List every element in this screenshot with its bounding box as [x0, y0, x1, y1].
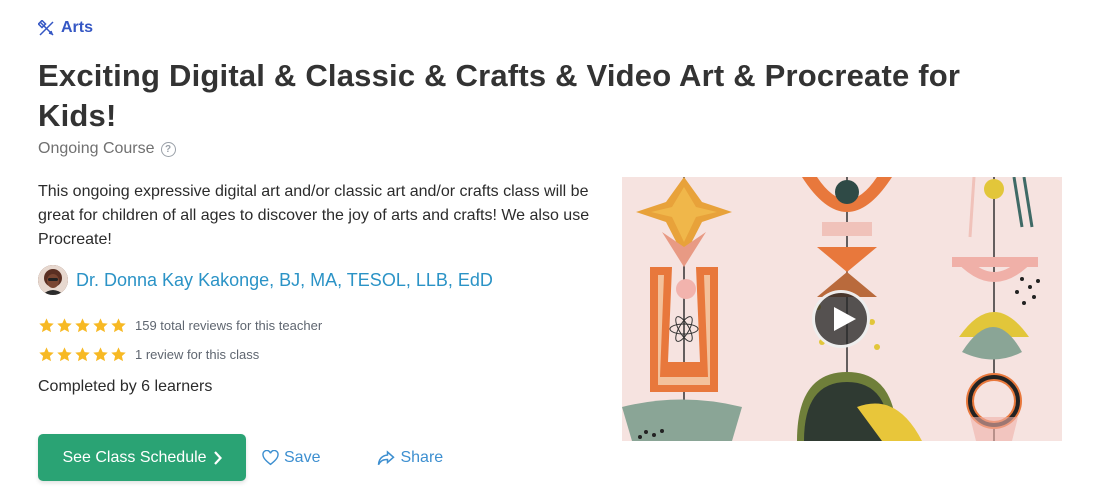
star-icon [93, 347, 108, 362]
see-class-schedule-button[interactable]: See Class Schedule [38, 434, 246, 481]
star-icon [75, 347, 90, 362]
pencil-ruler-icon [38, 19, 55, 37]
class-rating: 1 review for this class [38, 346, 259, 363]
save-label: Save [284, 448, 321, 466]
chevron-right-icon [213, 450, 222, 465]
star-rating [38, 346, 127, 363]
teacher-reviews-link[interactable]: 159 total reviews for this teacher [135, 318, 322, 333]
question-circle-icon[interactable]: ? [160, 141, 176, 157]
share-arrow-icon [378, 449, 396, 465]
star-icon [57, 318, 72, 333]
category-label: Arts [61, 19, 94, 36]
class-reviews-link[interactable]: 1 review for this class [135, 347, 259, 362]
play-icon [834, 307, 856, 331]
play-button[interactable] [812, 290, 870, 348]
completed-count: Completed by 6 learners [38, 378, 213, 395]
teacher-link[interactable]: Dr. Donna Kay Kakonge, BJ, MA, TESOL, LL… [38, 265, 493, 295]
class-description: This ongoing expressive digital art and/… [38, 183, 590, 248]
share-button[interactable]: Share [377, 449, 443, 467]
category-link[interactable]: Arts [38, 19, 93, 37]
star-icon [39, 318, 54, 333]
course-type-label: Ongoing Course [38, 140, 155, 157]
star-icon [111, 347, 126, 362]
action-bar: See Class Schedule Save Share [38, 434, 443, 481]
teacher-avatar[interactable] [38, 265, 68, 295]
page-title: Exciting Digital & Classic & Crafts & Vi… [38, 58, 961, 133]
teacher-name[interactable]: Dr. Donna Kay Kakonge, BJ, MA, TESOL, LL… [76, 270, 493, 291]
share-label: Share [400, 448, 444, 466]
class-video-thumbnail[interactable] [622, 177, 1062, 441]
star-icon [111, 318, 126, 333]
star-icon [57, 347, 72, 362]
heart-icon [262, 449, 279, 465]
star-rating [38, 317, 127, 334]
star-icon [93, 318, 108, 333]
teacher-rating: 159 total reviews for this teacher [38, 317, 322, 334]
see-class-schedule-label: See Class Schedule [62, 448, 207, 466]
course-type: Ongoing Course ? [38, 140, 176, 158]
star-icon [75, 318, 90, 333]
star-icon [39, 347, 54, 362]
save-button[interactable]: Save [262, 449, 320, 467]
